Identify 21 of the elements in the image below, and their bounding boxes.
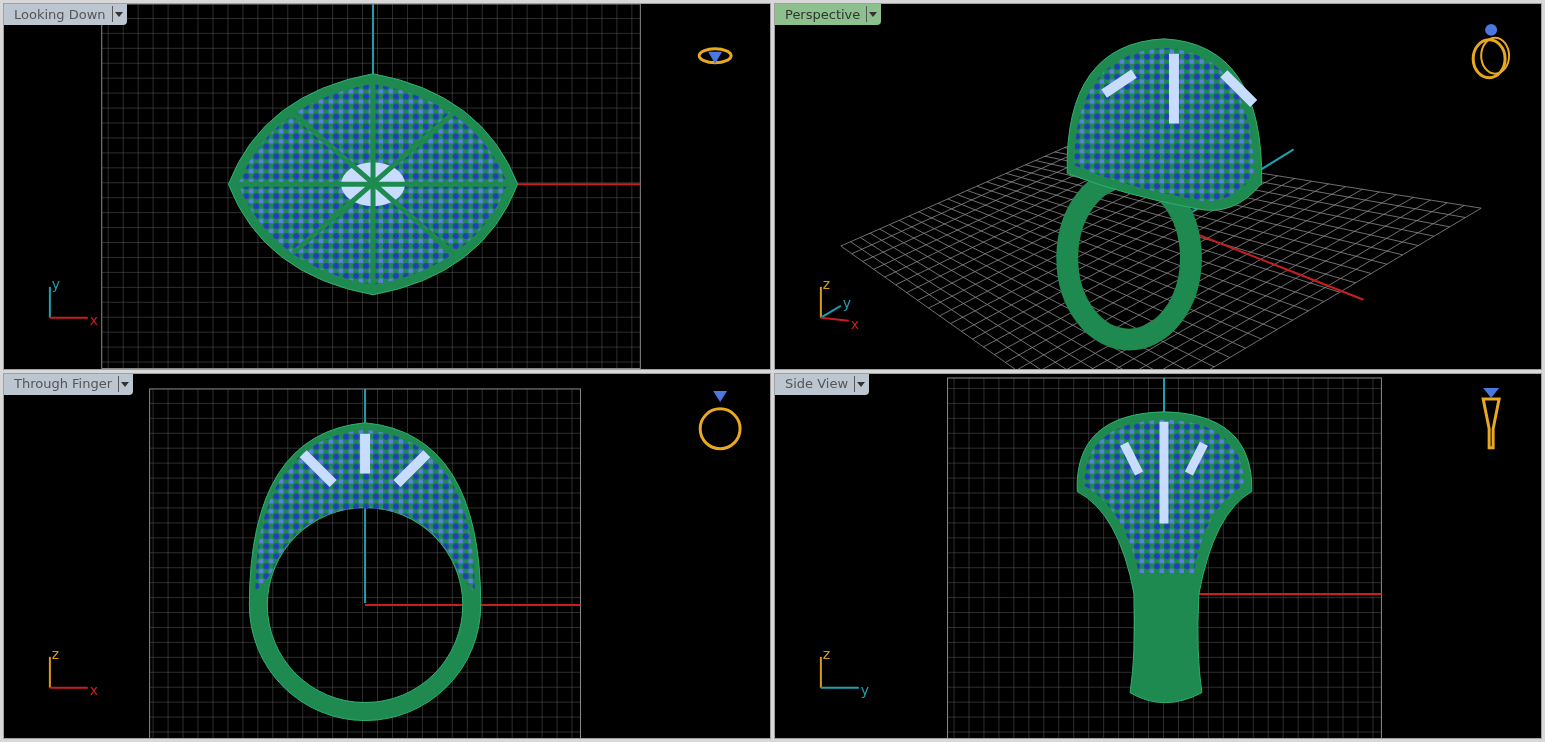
axis-label: z <box>822 645 831 662</box>
axis-label: y <box>860 681 870 698</box>
caret-icon[interactable] <box>854 375 868 392</box>
axis-label: y <box>842 294 852 311</box>
ring-icon <box>697 47 733 65</box>
axis-label: x <box>89 681 99 698</box>
ring-icon <box>1481 387 1501 449</box>
viewport-tab[interactable]: Perspective <box>775 4 882 25</box>
axis-label: x <box>89 311 99 328</box>
axis-label: z <box>822 275 831 292</box>
ring-icon <box>1471 23 1511 80</box>
ring-icon <box>698 390 742 450</box>
axis-label: z <box>51 645 60 662</box>
caret-icon[interactable] <box>118 375 132 392</box>
viewport-tab[interactable]: Looking Down <box>4 4 127 25</box>
axis-label: y <box>51 275 61 292</box>
viewport-tab[interactable]: Side View <box>775 373 870 395</box>
viewport-tab[interactable]: Through Finger <box>4 373 134 395</box>
caret-icon[interactable] <box>111 6 125 22</box>
caret-icon[interactable] <box>866 6 880 22</box>
axis-label: x <box>850 315 860 332</box>
